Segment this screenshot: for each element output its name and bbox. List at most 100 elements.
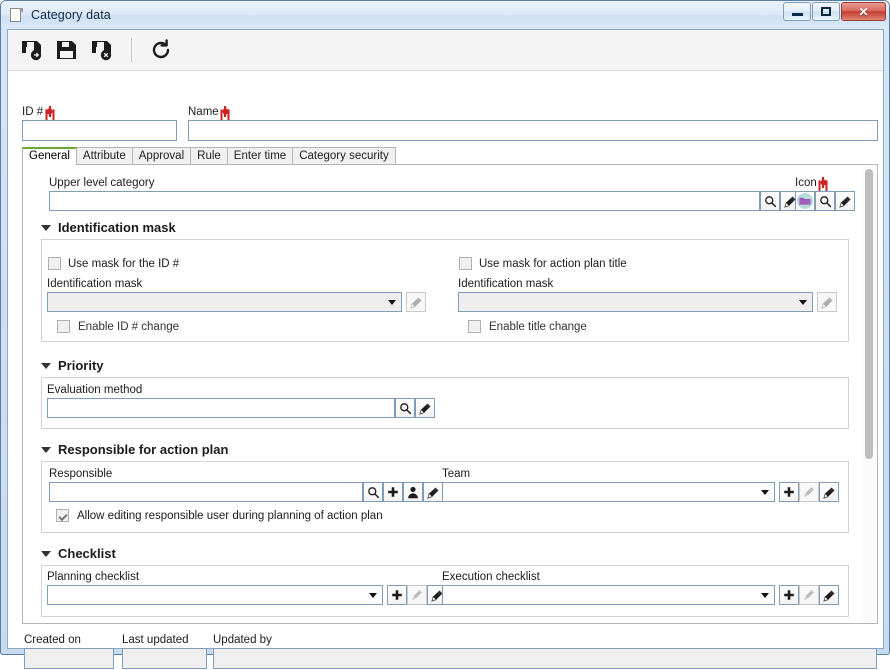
team-add-button[interactable] [779,482,799,502]
magnifier-icon [399,402,411,414]
identification-mask-right-clear-button[interactable] [817,292,837,312]
identification-mask-left-label: Identification mask [47,278,143,290]
use-mask-id-checkbox[interactable] [48,257,61,270]
tab-category-security[interactable]: Category security [292,147,396,165]
caret-down-icon [41,224,51,231]
brush-icon [418,402,431,415]
updated-by-input [213,648,877,669]
name-input[interactable] [188,120,878,141]
brush-icon [822,486,835,499]
section-header-priority[interactable]: Priority [41,358,104,373]
evaluation-method-search-button[interactable] [395,398,415,418]
section-header-checklist[interactable]: Checklist [41,546,116,561]
responsible-input[interactable] [49,482,363,502]
chevron-down-icon [388,299,396,305]
execution-checklist-combo[interactable] [442,585,775,605]
refresh-button[interactable] [148,37,174,63]
plus-icon [388,487,398,497]
scrollbar-thumb[interactable] [865,169,873,459]
responsible-label: Responsible [49,468,113,480]
magnifier-icon [367,486,379,498]
identification-mask-left-combo[interactable] [47,292,402,312]
planning-checklist-combo[interactable] [47,585,383,605]
brush-icon [820,296,833,309]
brush-icon [426,486,439,499]
icon-preview[interactable] [795,191,815,211]
planning-checklist-label: Planning checklist [47,571,140,583]
use-mask-title-checkbox[interactable] [459,257,472,270]
save-icon [57,41,76,59]
team-combo[interactable] [442,482,775,502]
required-marker-name [220,107,230,116]
restore-button[interactable] [812,2,840,21]
close-button[interactable]: ✕ [841,2,886,21]
planning-checklist-edit-button[interactable] [407,585,427,605]
brush-icon [838,195,851,208]
execution-checklist-add-button[interactable] [779,585,799,605]
refresh-icon [152,39,170,59]
minimize-button[interactable] [783,2,811,21]
use-mask-title-label: Use mask for action plan title [479,258,627,270]
document-icon [10,7,24,23]
record-metadata-footer: Created on Last updated Updated by [22,630,878,670]
tab-enter-time[interactable]: Enter time [226,147,294,165]
close-icon: ✕ [858,4,869,19]
minimize-icon [791,13,803,16]
planning-checklist-add-button[interactable] [387,585,407,605]
pencil-icon [804,590,814,600]
name-label: Name [188,106,230,119]
execution-checklist-clear-button[interactable] [819,585,839,605]
use-mask-id-label: Use mask for the ID # [68,258,180,270]
last-updated-input [122,648,207,669]
section-header-identification-mask[interactable]: Identification mask [41,220,176,235]
window-title: Category data [31,8,111,22]
tab-general[interactable]: General [22,147,77,165]
responsible-user-button[interactable] [403,482,423,502]
plus-icon [784,590,794,600]
responsible-search-button[interactable] [363,482,383,502]
icon-clear-button[interactable] [835,191,855,211]
tab-approval[interactable]: Approval [131,147,192,165]
plus-icon [392,590,402,600]
responsible-clear-button[interactable] [423,482,443,502]
enable-id-change-checkbox[interactable] [57,320,70,333]
enable-title-change-label: Enable title change [489,321,587,333]
tab-attribute[interactable]: Attribute [75,147,133,165]
tab-rule[interactable]: Rule [190,147,228,165]
general-tab-content: Upper level category Icon Identification… [23,165,863,623]
section-header-responsible[interactable]: Responsible for action plan [41,442,228,457]
toolbar [8,30,883,71]
responsible-add-button[interactable] [383,482,403,502]
upper-level-search-button[interactable] [760,191,780,211]
created-on-input [24,648,114,669]
required-marker-icon [818,178,828,187]
vertical-scrollbar[interactable] [862,166,876,622]
icon-search-button[interactable] [815,191,835,211]
allow-editing-responsible-checkbox[interactable] [56,509,69,522]
upper-level-category-label: Upper level category [49,177,155,189]
section-title-checklist: Checklist [58,546,116,561]
updated-by-label: Updated by [213,634,272,646]
evaluation-method-input[interactable] [47,398,395,418]
identification-mask-left-clear-button[interactable] [406,292,426,312]
execution-checklist-label: Execution checklist [442,571,540,583]
general-tab-panel: Upper level category Icon Identification… [22,164,878,624]
upper-level-category-input[interactable] [49,191,760,211]
pencil-icon [412,590,422,600]
execution-checklist-edit-button[interactable] [799,585,819,605]
magnifier-icon [819,195,831,207]
last-updated-label: Last updated [122,634,189,646]
save-button[interactable] [54,37,80,63]
id-input[interactable] [22,120,177,141]
team-edit-button[interactable] [799,482,819,502]
team-clear-button[interactable] [819,482,839,502]
identification-mask-right-label: Identification mask [458,278,554,290]
required-marker-id [45,107,55,116]
evaluation-method-clear-button[interactable] [415,398,435,418]
save-and-new-button[interactable] [19,37,45,63]
identification-mask-right-combo[interactable] [458,292,813,312]
allow-editing-responsible-label: Allow editing responsible user during pl… [77,510,383,522]
enable-title-change-checkbox[interactable] [468,320,481,333]
save-and-close-button[interactable] [89,37,115,63]
section-title-priority: Priority [58,358,104,373]
